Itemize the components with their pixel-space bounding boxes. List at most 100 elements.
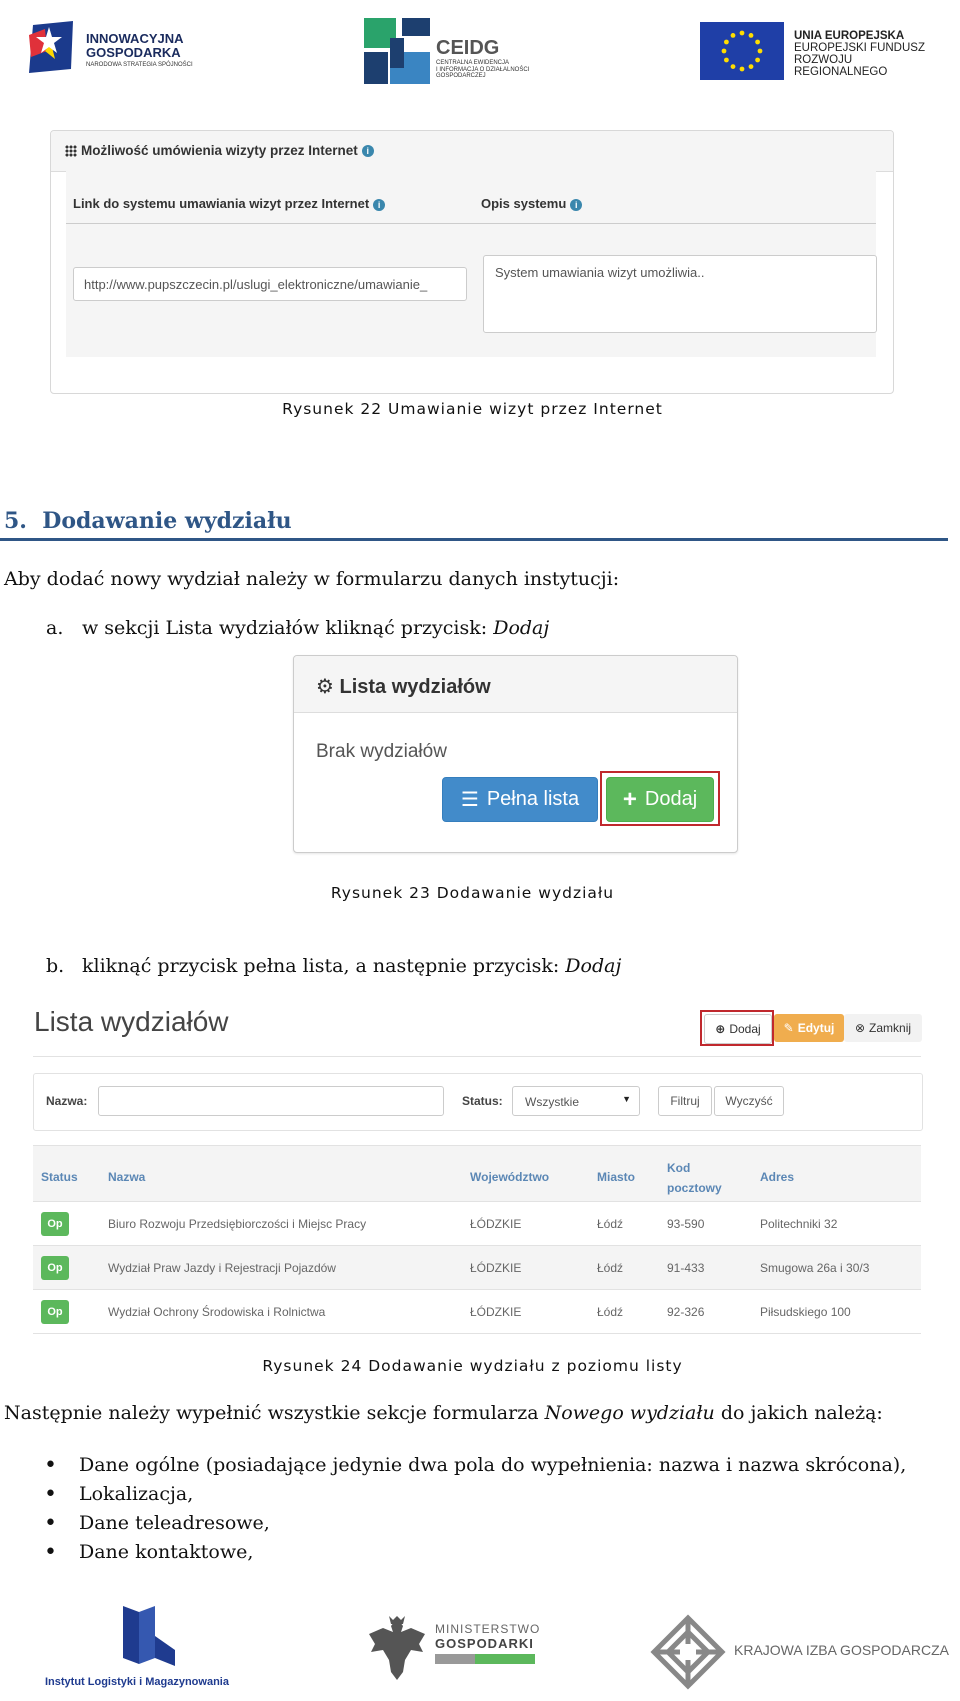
empty-state: Brak wydziałów [316,741,447,762]
info-icon[interactable]: i [570,198,583,211]
ceidg-sub1: CENTRALNA EWIDENCJA [436,60,510,66]
row-city: Łódź [597,1261,624,1275]
ilim-name: Instytut Logistyki i Magazynowania [45,1676,229,1688]
row-name: Biuro Rozwoju Przedsiębiorczości i Miejs… [108,1217,367,1231]
visit-booking-panel: Możliwość umówienia wizyty przez Interne… [50,130,894,394]
status-filter-value: Wszystkie [525,1095,579,1109]
ceidg-sub2: I INFORMACJA O DZIAŁALNOŚCI [436,66,530,73]
row-voivodeship: ŁÓDZKIE [470,1217,522,1231]
full-list-button[interactable]: ☰ Pełna lista [442,777,598,822]
col-city[interactable]: Miasto [597,1170,635,1184]
add-button[interactable]: + Dodaj [606,777,714,822]
row-voivodeship: ŁÓDZKIE [470,1261,522,1275]
link-label-row: Link do systemu umawiania wizyt przez In… [73,196,386,211]
status-badge: Op [41,1256,69,1280]
row-postal: 92-326 [667,1305,705,1319]
plus-icon: + [622,785,637,813]
col-name[interactable]: Nazwa [108,1170,145,1184]
closing-emph: Nowego wydziału [544,1402,715,1424]
col-voivodeship[interactable]: Województwo [470,1170,549,1184]
filter-bar: Nazwa: Status: Wszystkie ▼ Filtruj Wyczy… [33,1073,923,1131]
step-b-text: kliknąć przycisk pełna lista, a następni… [82,955,566,977]
table-row[interactable]: Op Wydział Praw Jazdy i Rejestracji Poja… [33,1245,921,1290]
eu-star [739,66,745,72]
row-address: Politechniki 32 [760,1217,838,1231]
eu-flag-icon [700,22,784,80]
name-filter-input[interactable] [98,1086,444,1116]
kig-mark-icon [650,1614,726,1690]
intro-text: Aby dodać nowy wydział należy w formular… [4,568,620,590]
kig-name: KRAJOWA IZBA GOSPODARCZA [734,1642,949,1658]
eu-star [730,33,736,38]
header-logos: INNOWACYJNA GOSPODARKA NARODOWA STRATEGI… [0,0,960,100]
link-input[interactable]: http://www.pupszczecin.pl/uslugi_elektro… [73,267,467,301]
toolbar-add-label: Dodaj [729,1022,761,1036]
col-status[interactable]: Status [41,1170,78,1184]
row-name: Wydział Praw Jazdy i Rejestracji Pojazdó… [108,1261,336,1275]
table-bottom-rule [33,1333,921,1334]
eu-star [724,39,729,45]
eu-star [721,48,727,54]
table-row[interactable]: Op Biuro Rozwoju Przedsiębiorczości i Mi… [33,1201,921,1246]
step-a-text: w sekcji Lista wydziałów kliknąć przycis… [82,617,494,639]
info-icon[interactable]: i [373,198,386,211]
section-heading: 5. Dodawanie wydziału [4,508,292,534]
clear-button[interactable]: Wyczyść [714,1086,784,1116]
full-list-label: Pełna lista [486,788,580,810]
logo-title-line2: GOSPODARKA [86,44,181,60]
eu-line1: UNIA EUROPEJSKA [794,30,905,42]
info-icon[interactable]: i [361,145,374,158]
ilim-logo: Instytut Logistyki i Magazynowania [45,1600,245,1696]
gear-icon: ⚙ [316,676,334,698]
status-badge: Op [41,1300,69,1324]
ceidg-logo: CEIDG CENTRALNA EWIDENCJA I INFORMACJA O… [364,18,564,84]
eu-star [757,48,763,54]
row-postal: 93-590 [667,1217,705,1231]
toolbar-close-button[interactable]: ⊗ Zamknij [844,1014,922,1042]
eu-star [755,39,760,45]
departments-panel: ⚙ Lista wydziałów Brak wydziałów ☰ Pełna … [293,655,738,853]
row-voivodeship: ŁÓDZKIE [470,1305,522,1319]
description-textarea[interactable]: System umawiania wizyt umożliwia.. [483,255,877,333]
grid-icon [65,145,77,158]
col-postal-line1: Kod [667,1161,691,1175]
step-a-emph: Dodaj [493,617,550,639]
table-row[interactable]: Op Wydział Ochrony Środowiska i Rolnictw… [33,1289,921,1334]
step-a: a. w sekcji Lista wydziałów kliknąć przyc… [46,617,549,639]
status-filter-select[interactable]: Wszystkie ▼ [512,1086,640,1116]
filter-button[interactable]: Filtruj [658,1086,712,1116]
innowacyjna-gospodarka-logo: INNOWACYJNA GOSPODARKA NARODOWA STRATEGI… [20,18,200,78]
toolbar-edit-button[interactable]: ✎ Edytuj [774,1014,844,1042]
clear-button-label: Wyczyść [725,1094,773,1108]
kig-logo: KRAJOWA IZBA GOSPODARCZA [650,1610,950,1690]
toolbar-add-button[interactable]: ⊕ Dodaj [704,1014,772,1044]
list-item: Dane ogólne (posiadające jedynie dwa pol… [41,1451,906,1480]
eu-line2: EUROPEJSKI FUNDUSZ [794,42,925,55]
caption-24: Rysunek 24 Dodawanie wydziału z poziomu … [262,1357,683,1375]
link-label: Link do systemu umawiania wizyt przez In… [73,196,370,211]
ministry-line1: MINISTERSTWO [435,1622,541,1636]
ceidg-sub3: GOSPODARCZEJ [436,73,486,80]
eu-star [755,57,760,63]
filter-button-label: Filtruj [670,1094,700,1108]
ministry-logo: MINISTERSTWO GOSPODARKI [365,1610,545,1690]
row-address: Smugowa 26a i 30/3 [760,1261,870,1275]
eu-star [739,30,745,36]
row-city: Łódź [597,1305,624,1319]
eagle-emblem-icon [369,1616,425,1680]
link-input-value: http://www.pupszczecin.pl/uslugi_elektro… [84,277,428,292]
divider [66,223,876,224]
row-address: Piłsudskiego 100 [760,1305,851,1319]
title-rule [33,1056,921,1057]
eu-star [748,64,754,69]
footer-logos: Instytut Logistyki i Magazynowania MINIS… [0,1600,960,1701]
ministry-stripe [435,1654,535,1664]
ceidg-title: CEIDG [436,37,500,59]
section-rule [0,538,948,541]
row-name: Wydział Ochrony Środowiska i Rolnictwa [108,1305,326,1319]
eu-fund-logo: UNIA EUROPEJSKA EUROPEJSKI FUNDUSZ ROZWO… [700,22,940,82]
ministry-line2: GOSPODARKI [435,1636,534,1651]
col-address[interactable]: Adres [760,1170,794,1184]
toolbar-close-label: Zamknij [869,1021,912,1035]
col-postal[interactable]: Kod pocztowy [667,1158,722,1198]
